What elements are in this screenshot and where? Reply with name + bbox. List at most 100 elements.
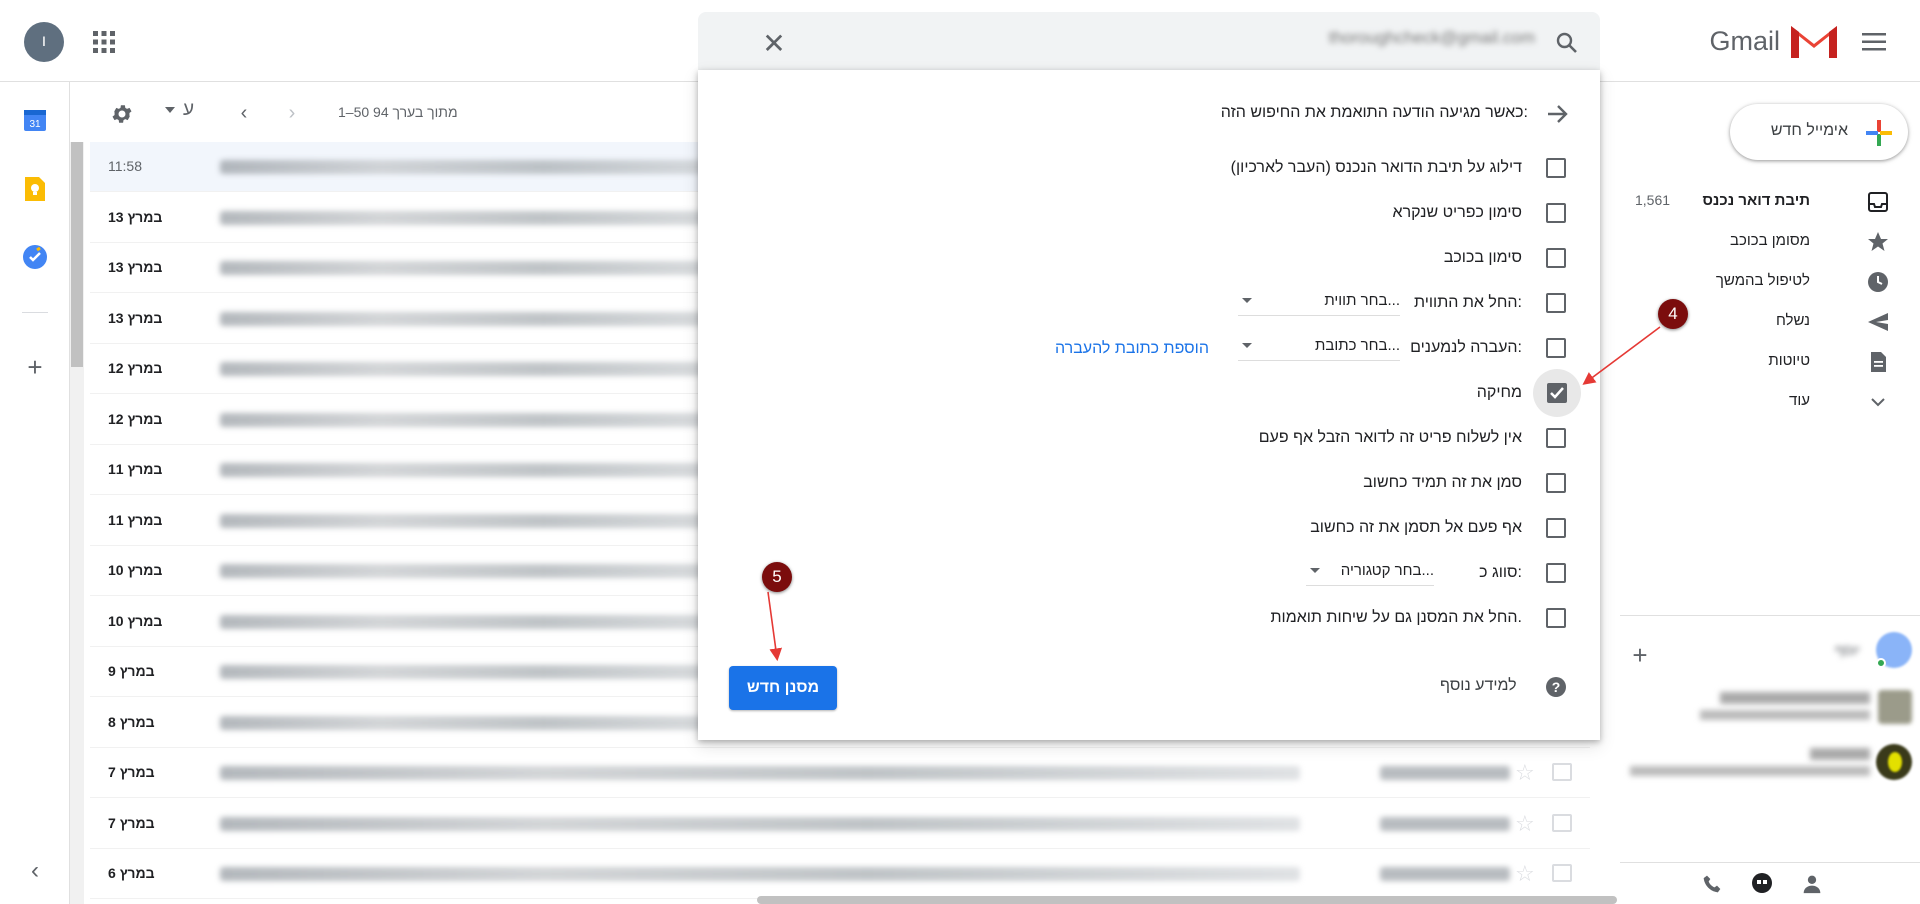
- checkbox-never-spam[interactable]: [1546, 428, 1566, 448]
- email-snippet-blurred: [220, 513, 760, 528]
- chat-contact-status: [1630, 766, 1870, 776]
- learn-more-link[interactable]: למידע נוסף: [1440, 677, 1517, 695]
- email-date: 12 במרץ: [108, 410, 163, 427]
- star-icon[interactable]: ☆: [1515, 861, 1535, 887]
- collapse-panel-icon[interactable]: ‹: [22, 857, 48, 884]
- email-snippet-blurred: [220, 715, 760, 730]
- forward-address-select[interactable]: בחר כתובת...: [1238, 337, 1400, 361]
- checkbox-apply-existing[interactable]: [1546, 608, 1566, 628]
- option-label-never-important: אף פעם אל תסמן את זה כחשוב: [1310, 519, 1522, 536]
- phone-icon[interactable]: [1700, 872, 1724, 896]
- email-snippet-blurred: [220, 362, 760, 376]
- add-addon-icon[interactable]: +: [22, 352, 48, 382]
- chat-contact-blurred: [1810, 748, 1870, 760]
- sidebar-item-label: טיוטות: [1768, 352, 1810, 369]
- star-icon[interactable]: ☆: [1515, 760, 1535, 786]
- search-icon[interactable]: [1550, 26, 1584, 60]
- email-sender-blurred: [1380, 867, 1510, 881]
- email-date: 10 במרץ: [108, 612, 163, 629]
- horizontal-scrollbar[interactable]: [757, 896, 1617, 904]
- checkbox-mark-read[interactable]: [1546, 203, 1566, 223]
- hangouts-icon[interactable]: [1748, 870, 1776, 898]
- sidebar-item-label: תיבת דואר נכנס: [1702, 192, 1810, 209]
- category-select-value: בחר קטגוריה...: [1340, 562, 1434, 579]
- chat-bottom-bar: [1620, 862, 1920, 904]
- arrow-back-icon[interactable]: [1540, 100, 1574, 128]
- email-select-checkbox[interactable]: [1552, 763, 1572, 781]
- email-date: 13 במרץ: [108, 259, 163, 275]
- avatar[interactable]: ו: [24, 22, 64, 62]
- person-icon[interactable]: [1800, 872, 1824, 896]
- chevron-down-icon: [1866, 390, 1890, 414]
- email-date: 13 במרץ: [108, 309, 163, 326]
- main-menu-icon[interactable]: [1856, 26, 1892, 58]
- email-date: 6 במרץ: [108, 865, 155, 881]
- help-icon[interactable]: ?: [1544, 675, 1568, 699]
- chevron-left-icon[interactable]: ‹: [232, 99, 256, 127]
- sidebar-item-label: לטיפול בהמשך: [1715, 272, 1810, 289]
- chat-row-contact[interactable]: [1620, 742, 1920, 786]
- tasks-icon[interactable]: [22, 244, 48, 270]
- checkbox-star-it[interactable]: [1546, 248, 1566, 268]
- create-filter-button[interactable]: מסנן חדש: [729, 666, 837, 710]
- chat-row-contact[interactable]: [1620, 686, 1920, 730]
- sidebar-item-label: עוד: [1789, 392, 1810, 409]
- plus-icon: [1864, 118, 1894, 148]
- side-divider: [22, 312, 48, 313]
- option-label-skip-inbox: דילוג על תיבת הדואר הנכנס (העבר לארכיון): [1230, 159, 1522, 176]
- scrollbar-thumb[interactable]: [71, 142, 83, 367]
- side-panel: [0, 82, 70, 904]
- input-tools-button[interactable]: ע: [165, 99, 194, 127]
- star-icon[interactable]: ☆: [1515, 811, 1535, 837]
- checkbox-skip-inbox[interactable]: [1546, 158, 1566, 178]
- checkbox-categorize[interactable]: [1546, 563, 1566, 583]
- sidebar-item-starred[interactable]: מסומן בכוכב: [1590, 222, 1920, 262]
- calendar-icon[interactable]: 31: [22, 107, 48, 133]
- dropdown-arrow-icon: [1310, 568, 1320, 573]
- settings-gear-icon[interactable]: [108, 100, 136, 128]
- email-row[interactable]: 6 במרץ ☆: [90, 849, 1590, 899]
- email-select-checkbox[interactable]: [1552, 813, 1572, 832]
- input-tools-label: ע: [183, 99, 195, 120]
- checkbox-apply-label[interactable]: [1546, 293, 1566, 313]
- label-select[interactable]: בחר תווית...: [1238, 292, 1400, 316]
- sidebar-item-snoozed[interactable]: לטיפול בהמשך: [1590, 262, 1920, 302]
- checkbox-always-important[interactable]: [1546, 473, 1566, 493]
- gmail-logo-icon[interactable]: [1788, 22, 1840, 60]
- sidebar-item-sent[interactable]: נשלח: [1590, 302, 1920, 342]
- compose-label: אימייל חדש: [1770, 122, 1848, 139]
- annotation-callout-5: 5: [762, 562, 792, 592]
- email-date: 13 במרץ: [108, 208, 163, 225]
- search-input[interactable]: thoroughcheck@gmail.com: [1265, 28, 1535, 54]
- sidebar-item-drafts[interactable]: טיוטות: [1590, 342, 1920, 382]
- label-select-value: בחר תווית...: [1324, 292, 1400, 309]
- email-date: 11 במרץ: [108, 461, 163, 477]
- apps-grid-icon[interactable]: [88, 26, 120, 58]
- dropdown-arrow-icon: [1242, 343, 1252, 348]
- option-label-categorize: סווג כ:: [1479, 564, 1522, 581]
- email-row[interactable]: 7 במרץ ☆: [90, 799, 1590, 849]
- email-sender-blurred: [1380, 766, 1510, 780]
- checkbox-never-important[interactable]: [1546, 518, 1566, 538]
- option-label-apply-existing: החל את המסנן גם על שיחות תואמות.: [1270, 609, 1522, 626]
- sidebar-item-more[interactable]: עוד: [1590, 382, 1920, 422]
- email-date: 8 במרץ: [108, 713, 155, 730]
- option-label-always-important: סמן את זה תמיד כחשוב: [1363, 474, 1522, 491]
- category-select[interactable]: בחר קטגוריה...: [1306, 562, 1434, 586]
- checkbox-forward[interactable]: [1546, 338, 1566, 358]
- email-row[interactable]: 7 במרץ ☆: [90, 748, 1590, 798]
- keep-icon[interactable]: [22, 176, 48, 202]
- sidebar-item-inbox[interactable]: 1,561 תיבת דואר נכנס: [1590, 182, 1920, 222]
- chevron-right-icon[interactable]: ›: [280, 99, 304, 127]
- email-select-checkbox[interactable]: [1552, 864, 1572, 882]
- chat-row-self[interactable]: יוסף: [1620, 628, 1920, 672]
- email-date: 7 במרץ: [108, 814, 155, 831]
- add-forwarding-address-link[interactable]: הוספת כתובת להעברה: [1055, 340, 1209, 358]
- close-search-icon[interactable]: ✕: [757, 26, 791, 60]
- dropdown-arrow-icon: [165, 106, 175, 113]
- email-snippet-blurred: [220, 463, 760, 477]
- option-label-delete: מחיקה: [1476, 384, 1522, 401]
- compose-button[interactable]: אימייל חדש: [1730, 104, 1908, 160]
- email-date: 12 במרץ: [108, 360, 163, 376]
- checkbox-delete[interactable]: [1547, 383, 1567, 403]
